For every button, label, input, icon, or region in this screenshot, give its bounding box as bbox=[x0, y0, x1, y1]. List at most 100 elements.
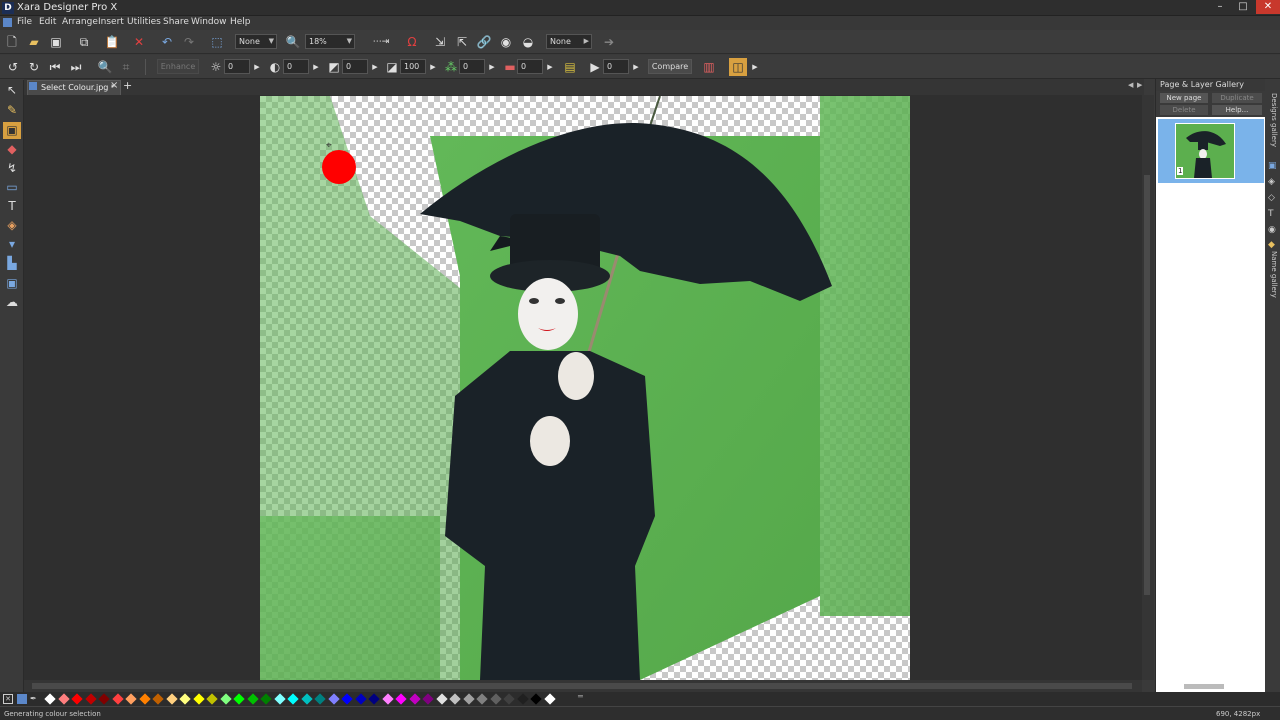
minimize-button[interactable]: – bbox=[1209, 0, 1231, 14]
help-button[interactable]: Help... bbox=[1212, 105, 1262, 115]
palette-swatch[interactable] bbox=[462, 693, 475, 705]
palette-swatch[interactable] bbox=[408, 693, 421, 705]
web-preview-icon[interactable]: ◉ bbox=[497, 33, 515, 51]
palette-swatch[interactable] bbox=[395, 693, 407, 705]
import-icon[interactable]: ⇲ bbox=[431, 33, 449, 51]
sharpness-slider-arrow[interactable]: ▶ bbox=[428, 58, 438, 76]
tint-field[interactable]: 0 bbox=[517, 59, 543, 74]
palette-swatch[interactable] bbox=[368, 693, 380, 705]
freehand-tool-icon[interactable]: ✎ bbox=[3, 102, 21, 119]
next-icon[interactable]: ⏭ bbox=[67, 58, 85, 76]
palette-swatch[interactable] bbox=[489, 693, 502, 705]
bevel-dropdown[interactable]: None ▶ bbox=[546, 34, 592, 49]
transform-icon[interactable]: ⬚ bbox=[208, 33, 226, 51]
new-page-button[interactable]: New page bbox=[1160, 93, 1208, 103]
transparency-tool-icon[interactable]: ▾ bbox=[3, 236, 21, 253]
palette-swatch[interactable] bbox=[192, 693, 205, 705]
palette-swatch[interactable] bbox=[354, 693, 367, 705]
magnify-icon[interactable]: 🔍 bbox=[96, 58, 114, 76]
menu-share[interactable]: Share bbox=[163, 17, 189, 27]
palette-swatch[interactable] bbox=[219, 693, 232, 705]
palette-swatch[interactable] bbox=[300, 693, 313, 705]
levels-icon[interactable]: ▤ bbox=[561, 58, 579, 76]
vertical-scroll-thumb[interactable] bbox=[1144, 175, 1150, 595]
horizontal-scroll-thumb[interactable] bbox=[32, 683, 1132, 689]
close-window-button[interactable]: ✕ bbox=[1256, 0, 1280, 14]
photo-canvas[interactable]: ⌖ bbox=[260, 96, 910, 680]
magnet-icon[interactable]: Ω bbox=[403, 33, 421, 51]
menu-utilities[interactable]: Utilities bbox=[127, 17, 161, 27]
selector-tool-icon[interactable]: ↖ bbox=[3, 82, 21, 99]
palette-swatch[interactable] bbox=[125, 693, 137, 705]
tab-scroll-left-icon[interactable]: ◀ bbox=[1128, 81, 1133, 89]
compare-button[interactable]: Compare bbox=[648, 59, 692, 74]
palette-swatch[interactable] bbox=[449, 693, 461, 705]
menu-help[interactable]: Help bbox=[230, 17, 251, 27]
horizontal-scrollbar[interactable] bbox=[24, 680, 1142, 692]
palette-swatch[interactable] bbox=[111, 693, 124, 705]
export-icon[interactable]: ⇱ bbox=[453, 33, 471, 51]
saturation-slider-arrow[interactable]: ▶ bbox=[370, 58, 380, 76]
layer-gallery-tab-icon[interactable]: ◈ bbox=[1268, 177, 1275, 187]
close-tab-icon[interactable]: × bbox=[110, 80, 118, 91]
palette-swatch[interactable] bbox=[530, 693, 542, 705]
palette-swatch[interactable] bbox=[57, 693, 70, 705]
extrude-tool-icon[interactable]: ▣ bbox=[3, 275, 21, 292]
palette-resize-handle[interactable]: ═ bbox=[578, 692, 583, 701]
temperature-field[interactable]: 0 bbox=[459, 59, 485, 74]
photo-tool-icon[interactable]: ▣ bbox=[3, 122, 21, 139]
zoom-dropdown[interactable]: 18% ▼ bbox=[305, 34, 355, 49]
select-colour-icon[interactable]: ◫ bbox=[729, 58, 747, 76]
palette-swatch[interactable] bbox=[71, 693, 83, 705]
shape-tool-icon[interactable]: ↯ bbox=[3, 160, 21, 177]
brightness-slider-arrow[interactable]: ▶ bbox=[252, 58, 262, 76]
palette-swatch[interactable] bbox=[206, 693, 218, 705]
palette-swatch[interactable] bbox=[327, 693, 340, 705]
delete-icon[interactable]: ✕ bbox=[130, 33, 148, 51]
arrow-right-icon[interactable]: ➔ bbox=[600, 33, 618, 51]
gallery-scroll-thumb[interactable] bbox=[1184, 684, 1224, 689]
text-tool-icon[interactable]: T bbox=[3, 198, 21, 215]
blend-tool-icon[interactable]: ☁ bbox=[3, 294, 21, 311]
new-document-icon[interactable]: 🗋 bbox=[3, 33, 21, 51]
more-arrow-icon[interactable]: ▶ bbox=[750, 58, 760, 76]
previous-icon[interactable]: ⏮ bbox=[46, 58, 64, 76]
rotate-right-icon[interactable]: ↻ bbox=[25, 58, 43, 76]
saturation-field[interactable]: 0 bbox=[342, 59, 368, 74]
palette-swatch[interactable] bbox=[152, 693, 164, 705]
contrast-field[interactable]: 0 bbox=[283, 59, 309, 74]
menu-insert[interactable]: Insert bbox=[98, 17, 124, 27]
page-thumbnail[interactable] bbox=[1175, 123, 1235, 179]
palette-swatch[interactable] bbox=[260, 693, 272, 705]
palette-swatch[interactable] bbox=[44, 693, 56, 705]
palette-swatch[interactable] bbox=[273, 693, 286, 705]
snap-icon[interactable]: ⋯⇥ bbox=[368, 33, 394, 51]
zoom-icon[interactable]: 🔍 bbox=[284, 33, 302, 51]
eyedropper-icon[interactable]: ✒ bbox=[30, 694, 37, 703]
tab-scroll-right-icon[interactable]: ▶ bbox=[1137, 81, 1142, 89]
menu-window[interactable]: Window bbox=[191, 17, 227, 27]
enhance-button[interactable]: Enhance bbox=[157, 59, 199, 74]
crop-icon[interactable]: ⌗ bbox=[117, 58, 135, 76]
palette-swatch[interactable] bbox=[246, 693, 259, 705]
name-gallery-tab[interactable]: Name gallery bbox=[1267, 251, 1278, 301]
palette-swatch[interactable] bbox=[179, 693, 191, 705]
designs-gallery-tab[interactable]: Designs gallery bbox=[1267, 93, 1278, 149]
palette-swatch[interactable] bbox=[341, 693, 353, 705]
histogram-icon[interactable]: ▥ bbox=[700, 58, 718, 76]
bitmap-gallery-tab-icon[interactable]: ◇ bbox=[1268, 193, 1275, 203]
paste-icon[interactable]: 📋 bbox=[103, 33, 121, 51]
palette-swatch[interactable] bbox=[503, 693, 515, 705]
eraser-tool-icon[interactable]: ◆ bbox=[3, 141, 21, 158]
maximize-button[interactable]: □ bbox=[1232, 0, 1254, 14]
copy-icon[interactable]: ⧉ bbox=[75, 33, 93, 51]
vertical-scrollbar[interactable] bbox=[1142, 95, 1154, 680]
tint-slider-arrow[interactable]: ▶ bbox=[545, 58, 555, 76]
palette-swatch[interactable] bbox=[422, 693, 434, 705]
undo-icon[interactable]: ↶ bbox=[158, 33, 176, 51]
menu-edit[interactable]: Edit bbox=[39, 17, 56, 27]
palette-swatch[interactable] bbox=[435, 693, 448, 705]
page-gallery-tab-icon[interactable]: ▣ bbox=[1268, 161, 1277, 171]
palette-swatch[interactable] bbox=[476, 693, 488, 705]
palette-swatch[interactable] bbox=[84, 693, 97, 705]
